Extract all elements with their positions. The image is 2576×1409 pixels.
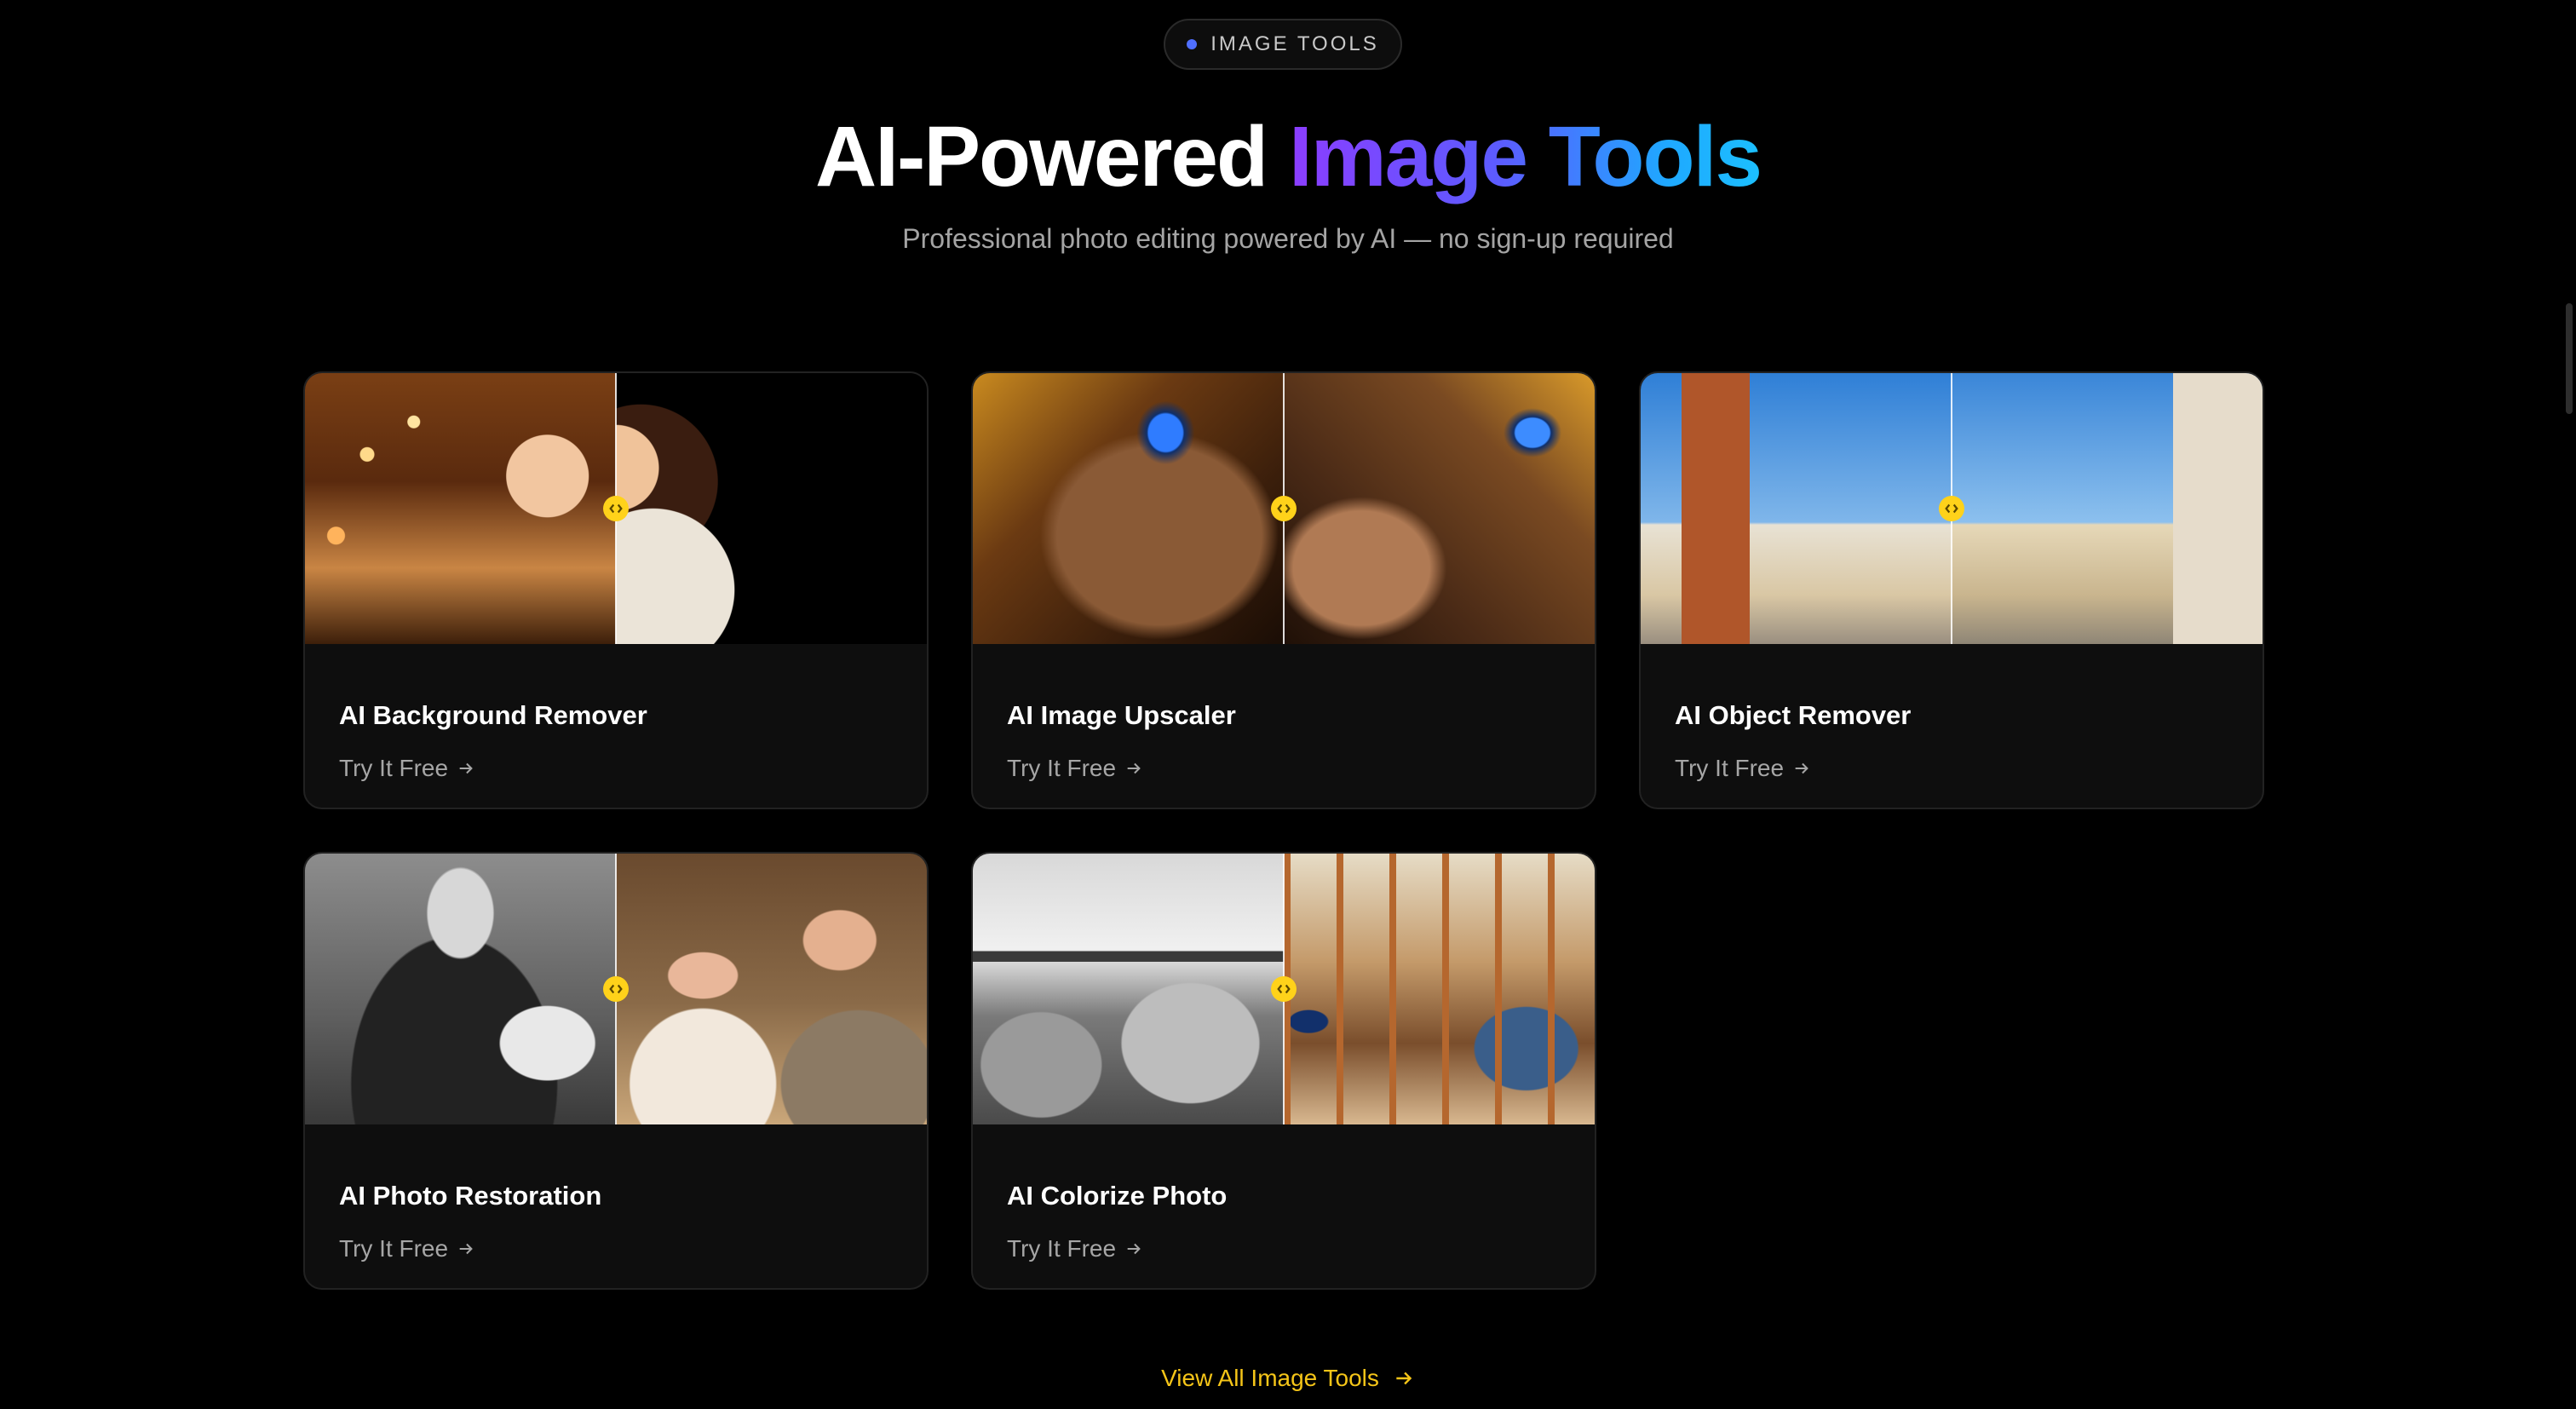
comparison-image[interactable] xyxy=(973,854,1595,1124)
try-free-link[interactable]: Try It Free xyxy=(1007,755,1143,782)
scrollbar-thumb[interactable] xyxy=(2566,303,2573,414)
title-part-plain: AI-Powered xyxy=(815,109,1268,204)
card-title: AI Image Upscaler xyxy=(1007,700,1236,730)
image-after xyxy=(1284,373,1595,644)
comparison-handle[interactable] xyxy=(603,496,629,521)
card-title: AI Colorize Photo xyxy=(1007,1181,1228,1211)
drag-arrows-icon xyxy=(1277,984,1291,994)
link-label: Try It Free xyxy=(1007,1235,1117,1262)
comparison-handle[interactable] xyxy=(1271,496,1297,521)
arrow-right-icon xyxy=(1396,1372,1412,1385)
tool-card-object-remover[interactable]: AI Object Remover Try It Free xyxy=(1639,371,2264,809)
image-after xyxy=(1284,854,1595,1124)
title-part-gradient: Image Tools xyxy=(1288,109,1762,204)
tool-card-image-upscaler[interactable]: AI Image Upscaler Try It Free xyxy=(971,371,1596,809)
card-title: AI Object Remover xyxy=(1675,700,1912,730)
comparison-handle[interactable] xyxy=(603,976,629,1002)
link-label: Try It Free xyxy=(1007,755,1117,781)
drag-arrows-icon xyxy=(1945,503,1958,514)
drag-arrows-icon xyxy=(609,984,623,994)
drag-arrows-icon xyxy=(1277,503,1291,514)
arrow-right-icon xyxy=(459,1243,473,1255)
try-free-link[interactable]: Try It Free xyxy=(339,755,475,782)
tool-card-background-remover[interactable]: AI Background Remover Try It Free xyxy=(303,371,929,809)
link-label: Try It Free xyxy=(1675,755,1785,781)
image-after xyxy=(616,373,927,644)
image-after xyxy=(1952,373,2263,644)
image-before xyxy=(973,373,1284,644)
comparison-handle[interactable] xyxy=(1271,976,1297,1002)
comparison-image[interactable] xyxy=(973,373,1595,644)
image-before xyxy=(973,854,1284,1124)
image-before xyxy=(305,373,616,644)
page-title: AI-Powered Image Tools xyxy=(0,102,2576,211)
comparison-image[interactable] xyxy=(1641,373,2263,644)
tool-card-photo-restoration[interactable]: AI Photo Restoration Try It Free xyxy=(303,852,929,1290)
comparison-image[interactable] xyxy=(305,854,927,1124)
view-all-label: View All Image Tools xyxy=(1161,1365,1379,1391)
card-title: AI Photo Restoration xyxy=(339,1181,602,1211)
try-free-link[interactable]: Try It Free xyxy=(339,1235,475,1262)
link-label: Try It Free xyxy=(339,1235,449,1262)
try-free-link[interactable]: Try It Free xyxy=(1007,1235,1143,1262)
badge-label: IMAGE TOOLS xyxy=(1210,32,1379,55)
drag-arrows-icon xyxy=(609,503,623,514)
card-title: AI Background Remover xyxy=(339,700,647,730)
comparison-handle[interactable] xyxy=(1939,496,1964,521)
link-label: Try It Free xyxy=(339,755,449,781)
section-badge: IMAGE TOOLS xyxy=(1164,19,1402,70)
arrow-right-icon xyxy=(1127,1243,1141,1255)
page-subtitle: Professional photo editing powered by AI… xyxy=(902,223,1674,254)
try-free-link[interactable]: Try It Free xyxy=(1675,755,1811,782)
arrow-right-icon xyxy=(1795,762,1808,774)
image-after xyxy=(616,854,927,1124)
image-before xyxy=(1641,373,1952,644)
arrow-right-icon xyxy=(459,762,473,774)
comparison-image[interactable] xyxy=(305,373,927,644)
image-before xyxy=(305,854,616,1124)
arrow-right-icon xyxy=(1127,762,1141,774)
view-all-image-tools-link[interactable]: View All Image Tools xyxy=(0,1365,2576,1392)
badge-dot xyxy=(1187,39,1198,49)
tool-card-colorize-photo[interactable]: AI Colorize Photo Try It Free xyxy=(971,852,1596,1290)
